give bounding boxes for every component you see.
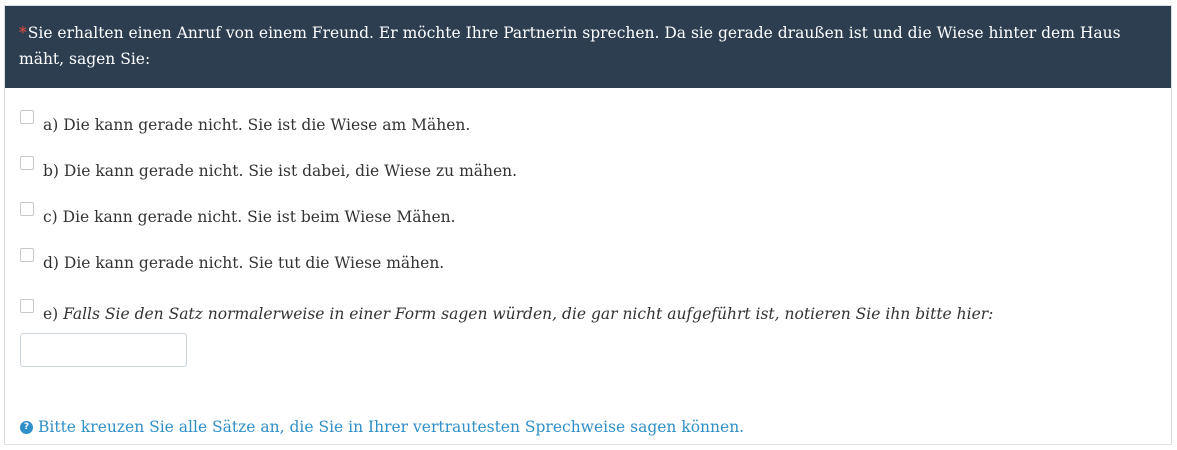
- option-d[interactable]: d) Die kann gerade nicht. Sie tut die Wi…: [20, 248, 444, 272]
- option-b[interactable]: b) Die kann gerade nicht. Sie ist dabei,…: [20, 156, 517, 180]
- option-e[interactable]: e) Falls Sie den Satz normalerweise in e…: [20, 299, 993, 323]
- option-b-checkbox[interactable]: [20, 156, 34, 170]
- other-answer-input[interactable]: [20, 333, 187, 367]
- option-e-label[interactable]: e) Falls Sie den Satz normalerweise in e…: [43, 305, 993, 323]
- question-header: *Sie erhalten einen Anruf von einem Freu…: [5, 6, 1171, 88]
- option-e-checkbox[interactable]: [20, 299, 34, 313]
- question-text: Sie erhalten einen Anruf von einem Freun…: [19, 24, 1121, 68]
- help-text-row: ? Bitte kreuzen Sie alle Sätze an, die S…: [20, 418, 744, 436]
- required-marker: *: [19, 24, 27, 42]
- option-b-label[interactable]: b) Die kann gerade nicht. Sie ist dabei,…: [43, 162, 517, 180]
- option-d-checkbox[interactable]: [20, 248, 34, 262]
- option-c-checkbox[interactable]: [20, 202, 34, 216]
- option-d-label[interactable]: d) Die kann gerade nicht. Sie tut die Wi…: [43, 254, 444, 272]
- option-a-label[interactable]: a) Die kann gerade nicht. Sie ist die Wi…: [43, 116, 470, 134]
- option-e-letter: e): [43, 305, 64, 323]
- help-text: Bitte kreuzen Sie alle Sätze an, die Sie…: [38, 418, 745, 436]
- option-c-label[interactable]: c) Die kann gerade nicht. Sie ist beim W…: [43, 208, 456, 226]
- question-card: *Sie erhalten einen Anruf von einem Freu…: [4, 5, 1172, 445]
- option-a-checkbox[interactable]: [20, 110, 34, 124]
- question-circle-icon: ?: [20, 420, 33, 434]
- option-a[interactable]: a) Die kann gerade nicht. Sie ist die Wi…: [20, 110, 470, 134]
- option-e-text: Falls Sie den Satz normalerweise in eine…: [63, 305, 994, 323]
- option-c[interactable]: c) Die kann gerade nicht. Sie ist beim W…: [20, 202, 456, 226]
